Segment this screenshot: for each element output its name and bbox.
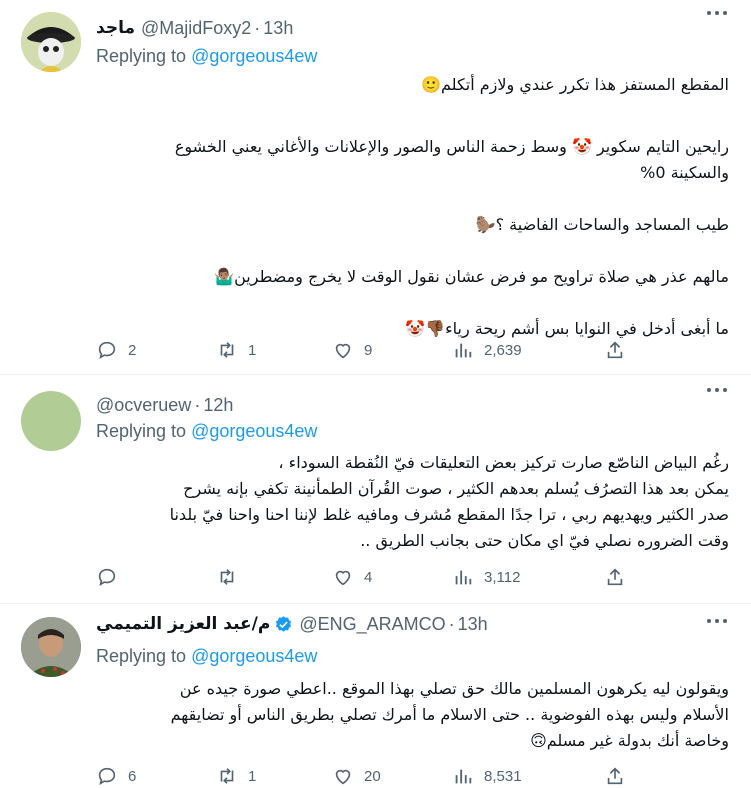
tweet-line: ويقولون ليه يكرهون المسلمين مالك حق تصلي… bbox=[179, 679, 729, 698]
retweet-count: 1 bbox=[248, 341, 257, 359]
retweet-icon bbox=[220, 768, 234, 784]
like-button[interactable]: 20 bbox=[332, 764, 381, 788]
tweet-text: ويقولون ليه يكرهون المسلمين مالك حق تصلي… bbox=[96, 676, 729, 754]
reply-to-link[interactable]: @gorgeous4ew bbox=[191, 421, 317, 441]
tweet[interactable]: @ocveruew · 12h Replying to @gorgeous4ew… bbox=[0, 375, 751, 604]
views-icon bbox=[455, 570, 472, 585]
share-icon bbox=[607, 767, 623, 785]
timestamp[interactable]: 13h bbox=[458, 614, 488, 635]
separator-dot: · bbox=[194, 394, 201, 415]
replying-prefix: Replying to bbox=[96, 46, 187, 66]
heart-icon bbox=[335, 343, 351, 359]
retweet-button[interactable]: 1 bbox=[216, 338, 256, 362]
verified-badge-icon bbox=[276, 615, 292, 632]
tweet-line: وقت الضروره نصلي فيّ اي مكان حتى بجانب ا… bbox=[360, 531, 729, 550]
reply-to-link[interactable]: @gorgeous4ew bbox=[191, 46, 317, 66]
action-bar: 4 3,112 bbox=[96, 565, 729, 589]
like-count: 4 bbox=[364, 568, 373, 586]
tweet-line: المقطع المستفز هذا تكرر عندي ولازم أتكلم… bbox=[421, 75, 729, 94]
more-icon[interactable] bbox=[707, 610, 729, 630]
views-button[interactable]: 2,639 bbox=[452, 338, 522, 362]
retweet-button[interactable]: 1 bbox=[216, 764, 256, 788]
share-button[interactable] bbox=[604, 764, 636, 788]
share-button[interactable] bbox=[604, 565, 636, 589]
retweet-icon bbox=[220, 342, 234, 358]
reply-to-link[interactable]: @gorgeous4ew bbox=[191, 646, 317, 666]
views-icon bbox=[455, 769, 472, 784]
tweet-text: المقطع المستفز هذا تكرر عندي ولازم أتكلم… bbox=[96, 72, 729, 342]
reply-button[interactable]: 2 bbox=[96, 338, 136, 362]
view-count: 3,112 bbox=[484, 568, 521, 586]
separator-dot: · bbox=[448, 613, 455, 634]
views-button[interactable]: 3,112 bbox=[452, 565, 520, 589]
retweet-count: 1 bbox=[248, 767, 257, 785]
avatar-image bbox=[21, 12, 81, 72]
tweet[interactable]: ماجد @MajidFoxy2 · 13h Replying to @gorg… bbox=[0, 0, 751, 375]
reply-count: 6 bbox=[128, 767, 137, 785]
tweet-line: يمكن بعد هذا التصرُف يُسلم بعدهم الكثير … bbox=[183, 479, 729, 498]
retweet-button[interactable] bbox=[216, 565, 248, 589]
action-bar: 6 1 20 8,531 bbox=[96, 764, 729, 788]
reply-button[interactable]: 6 bbox=[96, 764, 136, 788]
more-icon[interactable] bbox=[707, 379, 729, 399]
display-name[interactable]: ماجد bbox=[96, 18, 135, 38]
tweet-line: مالهم عذر هي صلاة تراويح مو فرض عشان نقو… bbox=[214, 267, 729, 286]
share-icon bbox=[607, 341, 623, 359]
handle[interactable]: @ocveruew bbox=[96, 395, 191, 416]
action-bar: 2 1 9 2,639 bbox=[96, 338, 729, 362]
avatar[interactable] bbox=[21, 617, 81, 677]
tweet-line bbox=[96, 238, 729, 264]
views-icon bbox=[455, 343, 472, 358]
heart-icon bbox=[335, 769, 351, 785]
handle[interactable]: @MajidFoxy2 bbox=[141, 18, 251, 39]
like-count: 20 bbox=[364, 767, 381, 785]
view-count: 2,639 bbox=[484, 341, 522, 359]
replying-to: Replying to @gorgeous4ew bbox=[96, 421, 317, 442]
tweet-line: طيب المساجد والساحات الفاضية ؟🦫 bbox=[475, 215, 729, 234]
retweet-icon bbox=[220, 569, 234, 585]
replying-to: Replying to @gorgeous4ew bbox=[96, 46, 317, 67]
tweet-line: رايحين التايم سكوير 🤡 وسط زحمة الناس وال… bbox=[174, 137, 729, 156]
tweet-text: رغُم البياض الناصّع صارت تركيز بعض التعل… bbox=[96, 450, 729, 554]
comment-icon bbox=[98, 341, 116, 360]
timestamp[interactable]: 13h bbox=[263, 18, 293, 39]
reply-button[interactable] bbox=[96, 565, 128, 589]
timestamp[interactable]: 12h bbox=[203, 395, 233, 416]
tweet-header: م/عبد العزيز التميمي @ENG_ARAMCO · 13h bbox=[96, 612, 729, 636]
tweet-line bbox=[96, 290, 729, 316]
reply-count: 2 bbox=[128, 341, 137, 359]
comment-icon bbox=[98, 568, 116, 587]
like-button[interactable]: 9 bbox=[332, 338, 372, 362]
tweet-header: ماجد @MajidFoxy2 · 13h bbox=[96, 16, 729, 40]
tweet-line: الأسلام وليس بهذه الفوضوية .. حتى الاسلا… bbox=[170, 705, 729, 724]
avatar-image bbox=[21, 617, 81, 677]
separator-dot: · bbox=[254, 17, 261, 38]
share-button[interactable] bbox=[604, 338, 636, 362]
avatar[interactable] bbox=[21, 391, 81, 451]
tweet-line bbox=[96, 186, 729, 212]
tweet-line: والسكينة 0% bbox=[640, 163, 729, 182]
replying-to: Replying to @gorgeous4ew bbox=[96, 646, 317, 667]
like-button[interactable]: 4 bbox=[332, 565, 372, 589]
avatar[interactable] bbox=[21, 12, 81, 72]
views-button[interactable]: 8,531 bbox=[452, 764, 522, 788]
like-count: 9 bbox=[364, 341, 373, 359]
display-name[interactable]: م/عبد العزيز التميمي bbox=[96, 614, 270, 634]
tweet[interactable]: م/عبد العزيز التميمي @ENG_ARAMCO · 13h R… bbox=[0, 604, 751, 786]
replying-prefix: Replying to bbox=[96, 421, 187, 441]
view-count: 8,531 bbox=[484, 767, 522, 785]
share-icon bbox=[607, 568, 623, 586]
tweet-line: رغُم البياض الناصّع صارت تركيز بعض التعل… bbox=[278, 453, 729, 472]
tweet-line bbox=[96, 98, 729, 124]
tweet-header: @ocveruew · 12h bbox=[96, 393, 729, 417]
handle[interactable]: @ENG_ARAMCO bbox=[299, 614, 445, 635]
replying-prefix: Replying to bbox=[96, 646, 187, 666]
tweet-line: صدر الكثير ويهديهم ربي ، ترا جدًا المقطع… bbox=[169, 505, 729, 524]
heart-icon bbox=[335, 570, 351, 586]
tweet-line: وخاصة أنك بدولة غير مسلم🙃 bbox=[530, 731, 729, 750]
more-icon[interactable] bbox=[707, 2, 729, 22]
comment-icon bbox=[98, 767, 116, 786]
